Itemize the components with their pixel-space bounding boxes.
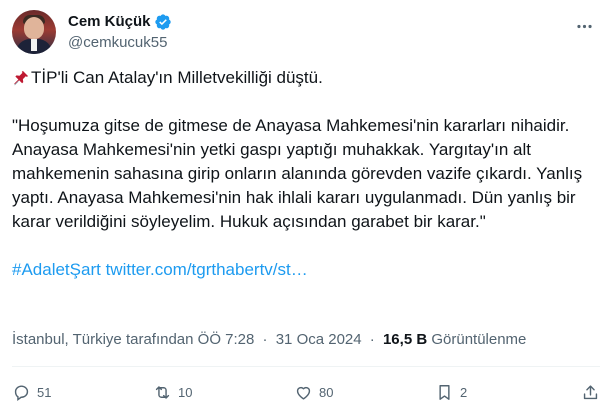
tweet-time[interactable]: ÖÖ 7:28: [198, 331, 255, 348]
views-label: Görüntülenme: [431, 331, 527, 348]
tweet-quote: "Hoşumuza gitse de gitmese de Anayasa Ma…: [12, 116, 583, 231]
tweet-text: TİP'li Can Atalay'ın Milletvekilliği düş…: [12, 66, 600, 282]
share-icon: [583, 384, 598, 399]
location: İstanbul, Türkiye tarafından: [12, 331, 194, 348]
bookmark-button[interactable]: 2: [435, 383, 555, 402]
bookmark-icon: [439, 384, 450, 400]
action-bar: 51 10 80 2: [12, 380, 600, 404]
hashtag-link[interactable]: #AdaletŞart: [12, 260, 101, 279]
like-icon: [296, 386, 311, 400]
bookmark-count: 2: [460, 384, 468, 400]
reply-icon: [14, 384, 29, 401]
url-link[interactable]: twitter.com/tgrthabertv/st…: [106, 260, 308, 279]
reply-count: 51: [37, 384, 52, 400]
like-button[interactable]: 80: [294, 383, 414, 402]
tweet-links: #AdaletŞart twitter.com/tgrthabertv/st…: [12, 258, 600, 282]
tweet-date[interactable]: 31 Oca 2024: [276, 331, 362, 348]
share-button[interactable]: [576, 383, 600, 402]
retweet-count: 10: [178, 384, 193, 400]
like-count: 80: [319, 384, 334, 400]
divider: [12, 366, 600, 367]
author-handle[interactable]: @cemkucuk55: [68, 33, 172, 53]
author-names: Cem Küçük @cemkucuk55: [68, 12, 172, 53]
tweet-header: Cem Küçük @cemkucuk55: [12, 8, 600, 56]
views-count[interactable]: 16,5 B: [383, 331, 427, 348]
retweet-button[interactable]: 10: [153, 383, 273, 402]
reply-button[interactable]: 51: [12, 383, 132, 402]
avatar[interactable]: [12, 10, 56, 54]
separator-dot: ·: [262, 331, 268, 348]
retweet-icon: [155, 385, 170, 399]
author-display-name[interactable]: Cem Küçük: [68, 12, 151, 32]
separator-dot: ·: [369, 331, 375, 348]
tweet-headline: TİP'li Can Atalay'ın Milletvekilliği düş…: [31, 68, 323, 87]
verified-badge-icon[interactable]: [154, 13, 172, 31]
tweet: Cem Küçük @cemkucuk55 TİP'li Can Atalay'…: [0, 0, 614, 414]
more-icon[interactable]: [572, 14, 596, 38]
tweet-meta: İstanbul, Türkiye tarafından ÖÖ 7:28 · 3…: [12, 330, 526, 350]
pushpin-icon: [14, 70, 29, 86]
